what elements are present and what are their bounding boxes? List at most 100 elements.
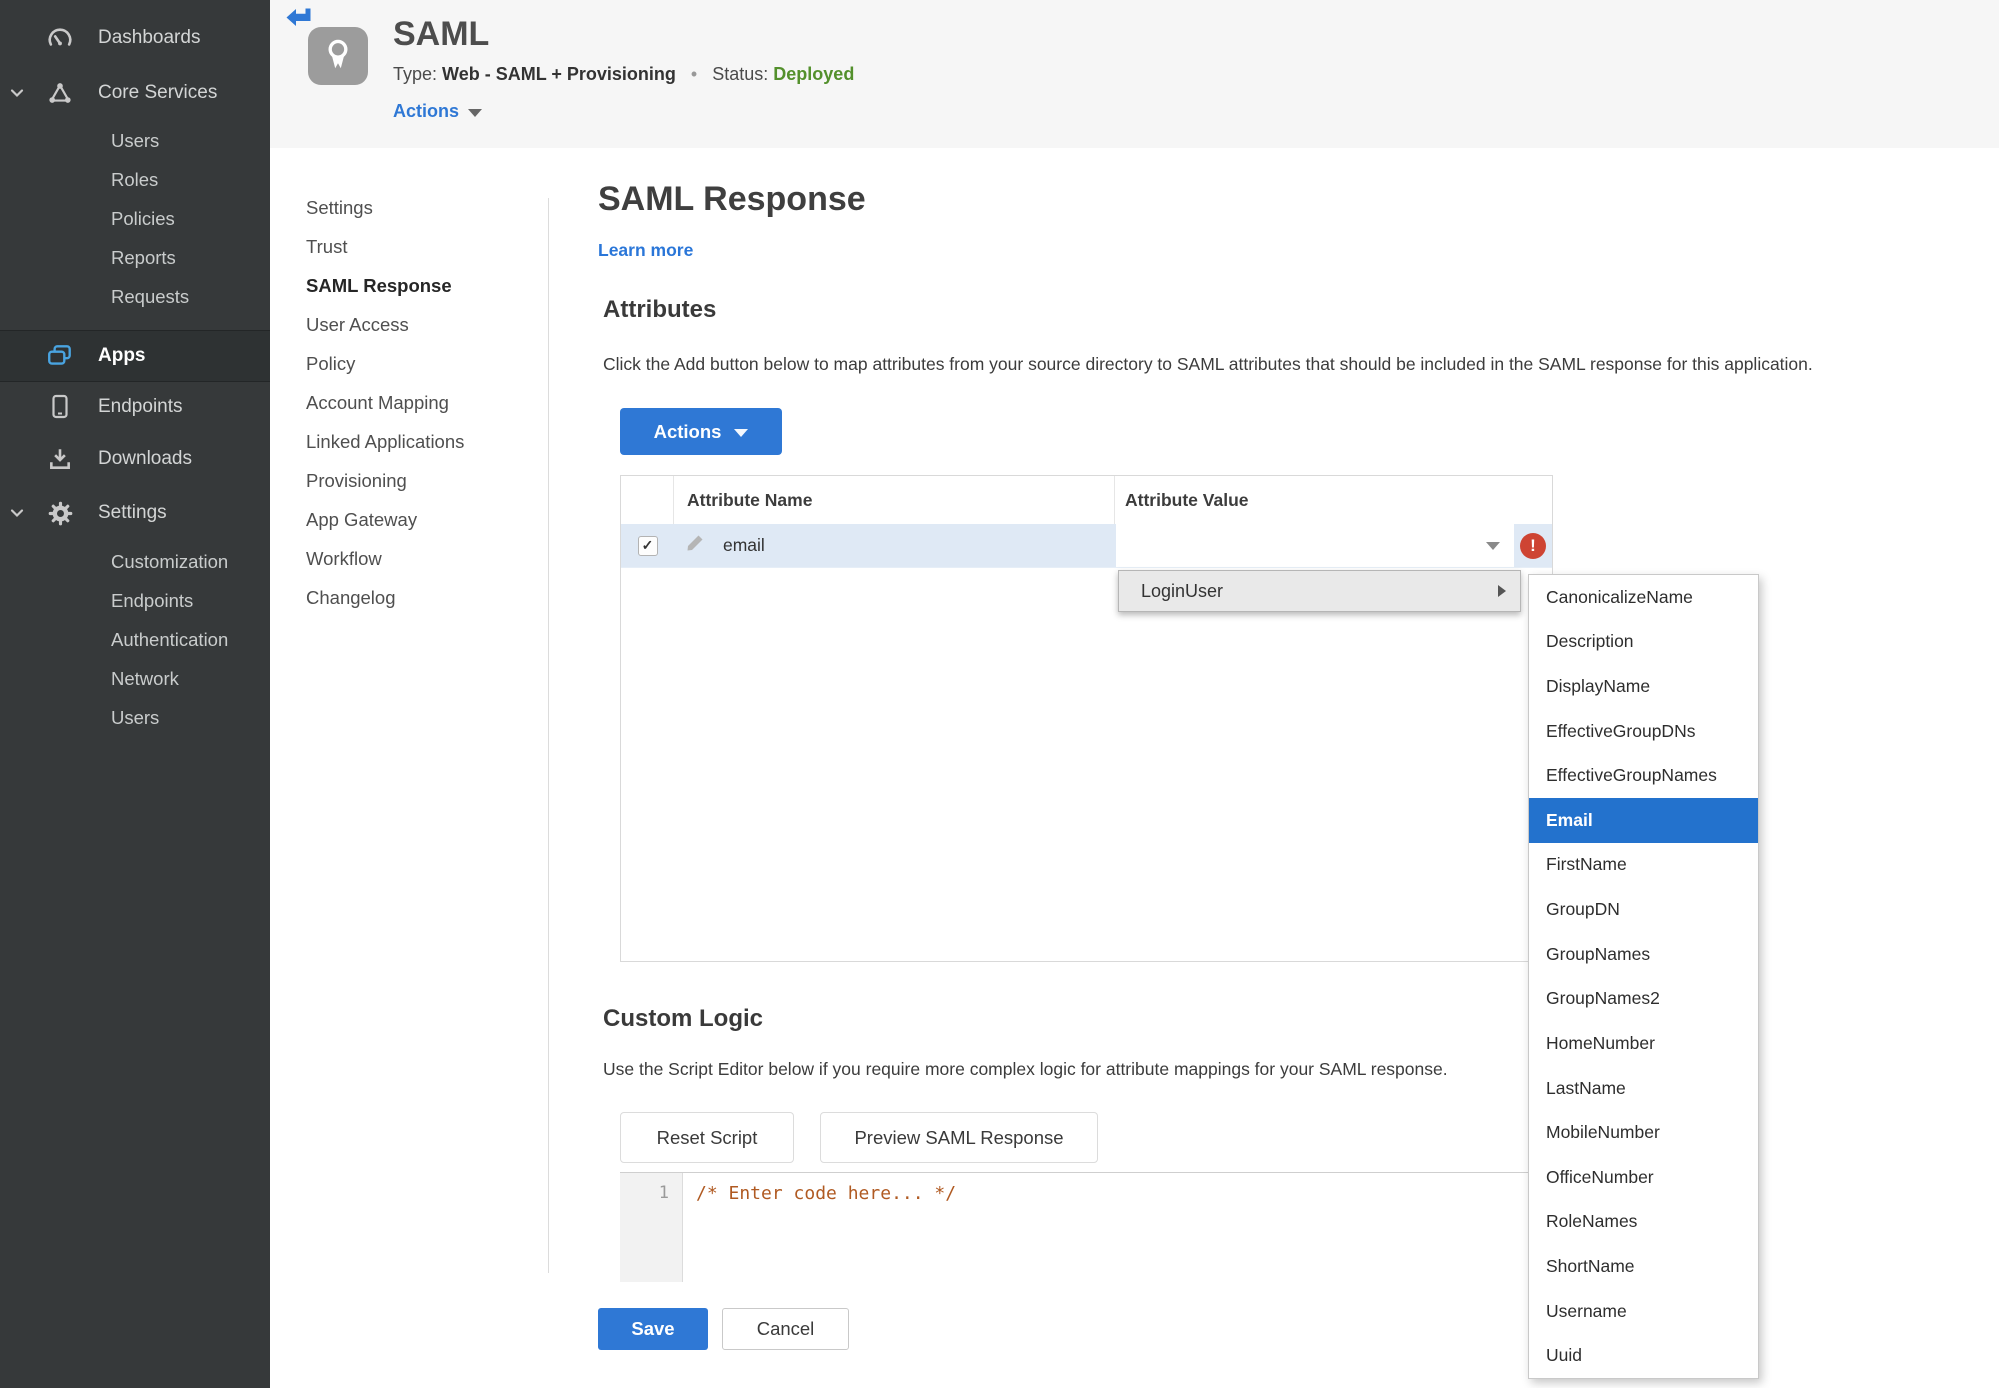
sidebar-item-users[interactable]: Users [0, 121, 270, 160]
subnav-item-policy[interactable]: Policy [306, 344, 536, 383]
subnav-item-user-access[interactable]: User Access [306, 305, 536, 344]
saml-app-icon [308, 27, 368, 85]
checkbox-column-header [621, 476, 674, 524]
learn-more-link[interactable]: Learn more [598, 240, 693, 261]
row-error-cell: ! [1514, 524, 1552, 567]
sidebar-item-downloads[interactable]: Downloads [0, 432, 270, 486]
submenu-option[interactable]: ShortName [1529, 1244, 1758, 1289]
submenu-option-email-selected[interactable]: Email [1529, 798, 1758, 843]
back-arrow-icon[interactable] [285, 6, 312, 33]
custom-logic-description: Use the Script Editor below if you requi… [603, 1059, 1448, 1079]
submenu-option[interactable]: LastName [1529, 1066, 1758, 1111]
preview-saml-response-button[interactable]: Preview SAML Response [820, 1112, 1098, 1163]
submenu-option[interactable]: RoleNames [1529, 1200, 1758, 1245]
submenu-option[interactable]: GroupNames [1529, 932, 1758, 977]
sidebar-item-endpoints[interactable]: Endpoints [0, 382, 270, 432]
download-icon [44, 445, 76, 473]
sidebar-item-dashboards[interactable]: Dashboards [0, 18, 270, 58]
sidebar-item-label: Apps [98, 345, 146, 366]
core-services-submenu: Users Roles Policies Reports Requests [0, 121, 270, 316]
sidebar-item-label: Settings [98, 502, 167, 523]
main-content: SAML Response Learn more Attributes Clic… [598, 170, 1813, 1388]
app-window: Dashboards Core Services Users Roles Pol… [0, 0, 1999, 1388]
editor-line-number: 1 [620, 1173, 683, 1282]
sidebar-item-users-settings[interactable]: Users [0, 698, 270, 737]
sidebar-item-reports[interactable]: Reports [0, 238, 270, 277]
settings-submenu: Customization Endpoints Authentication N… [0, 542, 270, 737]
attribute-name-cell: email [674, 524, 1116, 567]
submenu-option[interactable]: MobileNumber [1529, 1110, 1758, 1155]
separator-dot: • [690, 64, 698, 84]
submenu-option[interactable]: Description [1529, 620, 1758, 665]
submenu-option[interactable]: FirstName [1529, 843, 1758, 888]
attributes-table: Attribute Name Attribute Value ✓ email ! [620, 475, 1553, 962]
endpoint-device-icon [44, 393, 76, 421]
submenu-option[interactable]: EffectiveGroupDNs [1529, 709, 1758, 754]
sidebar-item-settings[interactable]: Settings [0, 486, 270, 540]
status-label: Status: [712, 64, 769, 84]
save-button[interactable]: Save [598, 1308, 708, 1350]
submenu-option[interactable]: Username [1529, 1289, 1758, 1334]
editor-code-text[interactable]: /* Enter code here... */ [683, 1173, 956, 1282]
sidebar-item-label: Endpoints [98, 396, 183, 417]
subnav-item-provisioning[interactable]: Provisioning [306, 461, 536, 500]
subnav-item-changelog[interactable]: Changelog [306, 578, 536, 617]
table-row[interactable]: ✓ email ! [621, 524, 1552, 568]
vertical-divider [548, 198, 549, 1273]
sidebar-item-roles[interactable]: Roles [0, 160, 270, 199]
status-badge: Deployed [773, 64, 855, 84]
core-services-icon [44, 79, 76, 107]
loginuser-submenu: CanonicalizeName Description DisplayName… [1528, 574, 1759, 1379]
subnav-item-account-mapping[interactable]: Account Mapping [306, 383, 536, 422]
reset-script-button[interactable]: Reset Script [620, 1112, 794, 1163]
subnav-item-saml-response[interactable]: SAML Response [306, 266, 536, 305]
type-value: Web - SAML + Provisioning [442, 64, 676, 84]
attribute-name-value: email [723, 535, 765, 555]
sidebar-item-apps-active[interactable]: Apps [0, 330, 270, 382]
submenu-option[interactable]: DisplayName [1529, 664, 1758, 709]
submenu-option[interactable]: EffectiveGroupNames [1529, 753, 1758, 798]
sidebar-item-policies[interactable]: Policies [0, 199, 270, 238]
attribute-value-dropdown[interactable] [1116, 524, 1514, 567]
submenu-arrow-right-icon [1498, 585, 1506, 597]
submenu-option[interactable]: GroupNames2 [1529, 976, 1758, 1021]
submenu-option[interactable]: OfficeNumber [1529, 1155, 1758, 1200]
attributes-heading: Attributes [603, 296, 717, 323]
app-header: SAML Type: Web - SAML + Provisioning • S… [270, 0, 1999, 148]
submenu-option[interactable]: HomeNumber [1529, 1021, 1758, 1066]
submenu-option[interactable]: Uuid [1529, 1333, 1758, 1378]
sidebar-item-customization[interactable]: Customization [0, 542, 270, 581]
check-icon: ✓ [641, 537, 654, 553]
pencil-icon[interactable] [684, 532, 706, 559]
actions-button-label: Actions [653, 420, 722, 442]
sidebar-item-label: Core Services [98, 82, 218, 103]
subnav-item-settings[interactable]: Settings [306, 188, 536, 227]
type-label: Type: [393, 64, 438, 84]
chevron-down-icon [468, 108, 483, 117]
submenu-option[interactable]: GroupDN [1529, 887, 1758, 932]
subnav-item-workflow[interactable]: Workflow [306, 539, 536, 578]
sidebar-item-network[interactable]: Network [0, 659, 270, 698]
sidebar-item-core-services[interactable]: Core Services [0, 73, 270, 113]
script-editor[interactable]: 1 /* Enter code here... */ [620, 1172, 1553, 1282]
chevron-down-icon[interactable] [10, 508, 24, 518]
attributes-actions-button[interactable]: Actions [620, 408, 782, 455]
submenu-option[interactable]: CanonicalizeName [1529, 575, 1758, 620]
header-actions-menu[interactable]: Actions [393, 101, 483, 122]
custom-logic-heading: Custom Logic [603, 1005, 763, 1032]
gauge-icon [44, 24, 76, 52]
page-title: SAML [393, 15, 490, 53]
row-checkbox-checked[interactable]: ✓ [637, 535, 658, 556]
actions-label: Actions [393, 101, 460, 121]
column-header-attribute-value: Attribute Value [1125, 489, 1249, 510]
cancel-button[interactable]: Cancel [722, 1308, 849, 1350]
chevron-down-icon[interactable] [10, 88, 24, 98]
app-meta: Type: Web - SAML + Provisioning • Status… [393, 64, 854, 85]
dropdown-item-loginuser[interactable]: LoginUser [1118, 570, 1521, 612]
subnav-item-app-gateway[interactable]: App Gateway [306, 500, 536, 539]
sidebar-item-authentication[interactable]: Authentication [0, 620, 270, 659]
subnav-item-linked-applications[interactable]: Linked Applications [306, 422, 536, 461]
subnav-item-trust[interactable]: Trust [306, 227, 536, 266]
sidebar-item-endpoints-settings[interactable]: Endpoints [0, 581, 270, 620]
sidebar-item-requests[interactable]: Requests [0, 277, 270, 316]
